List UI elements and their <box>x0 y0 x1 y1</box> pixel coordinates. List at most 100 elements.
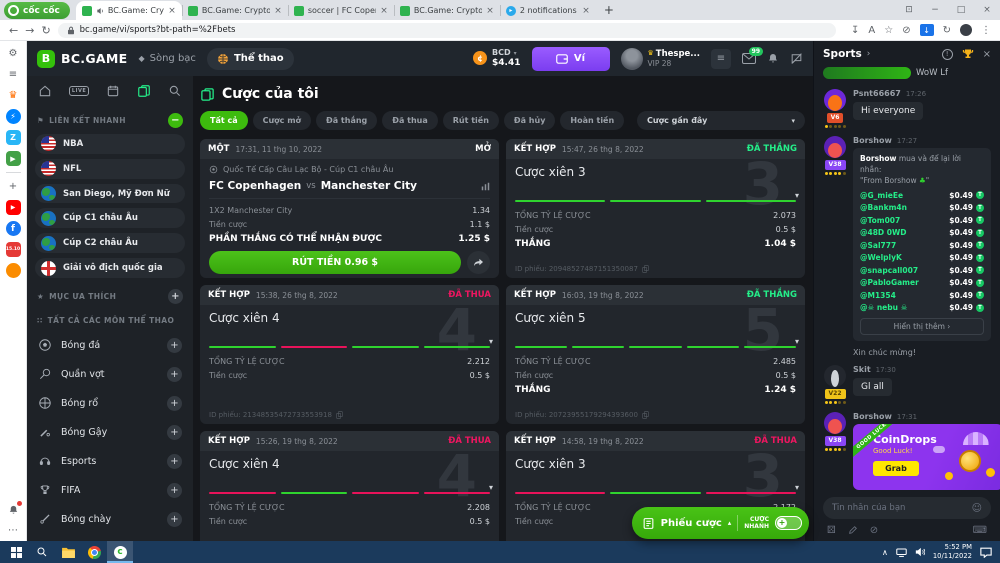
sidebar-item-fifa[interactable]: FIFA + <box>35 476 185 505</box>
expand-button[interactable]: + <box>167 338 182 353</box>
mail-icon[interactable]: 99 <box>742 53 756 64</box>
copy-icon[interactable] <box>642 411 649 419</box>
avatar[interactable] <box>824 89 846 111</box>
gif-icon[interactable]: ⊘ <box>870 525 878 536</box>
browser-profile-avatar[interactable] <box>960 24 972 36</box>
trophy-icon[interactable] <box>962 48 974 60</box>
crown-icon[interactable]: ♛ <box>6 88 21 103</box>
bet-list-icon[interactable]: ≡ <box>711 49 731 69</box>
sidebar-item-cricket[interactable]: Bóng Gậy + <box>35 418 185 447</box>
bet-card-combo[interactable]: KẾT HỢP 15:47, 26 thg 8, 2022 ĐÃ THẮNG 3… <box>506 139 805 278</box>
chat-rules-icon[interactable]: ! <box>942 49 953 60</box>
avatar[interactable] <box>824 365 846 387</box>
gear-icon[interactable]: ⚙ <box>6 46 21 61</box>
sidebar-item-esports[interactable]: Esports + <box>35 447 185 476</box>
speaker-icon[interactable] <box>915 547 925 557</box>
pencil-icon[interactable] <box>848 525 858 535</box>
expand-button[interactable]: + <box>167 454 182 469</box>
close-chat-icon[interactable]: × <box>983 49 991 60</box>
sidebar-item-national[interactable]: Giải vô địch quốc gia <box>35 258 185 278</box>
sort-dropdown[interactable]: Cược gần đây ▾ <box>637 111 805 130</box>
sidebar-item-nfl[interactable]: NFL <box>35 159 185 179</box>
url-input[interactable]: bc.game/vi/sports?bt-path=%2Fbets <box>58 23 836 38</box>
chat-toggle-icon[interactable] <box>790 52 803 65</box>
expand-button[interactable]: + <box>167 512 182 527</box>
expand-button[interactable]: + <box>167 367 182 382</box>
coindrops-card[interactable]: GOOD LUCK CoinDrops Good Luck! Grab <box>853 424 1000 490</box>
tab-close-icon[interactable]: × <box>274 6 282 16</box>
stats-icon[interactable] <box>481 182 490 191</box>
tab-close-icon[interactable]: × <box>582 6 590 16</box>
bet-card-single[interactable]: MỘT 17:31, 11 thg 10, 2022 MỞ Quốc Tế Cấ… <box>200 139 499 278</box>
chat-input[interactable] <box>832 503 966 513</box>
messenger-icon[interactable]: ⚡ <box>6 109 21 124</box>
my-bets-icon[interactable] <box>137 84 151 98</box>
games-icon[interactable]: ▶ <box>6 151 21 166</box>
copy-icon[interactable] <box>336 411 343 419</box>
bet-card-combo[interactable]: KẾT HỢP 15:26, 19 thg 8, 2022 ĐÃ THUA 4 … <box>200 431 499 541</box>
nav-casino[interactable]: ◆ Sòng bạc <box>138 53 195 64</box>
wallet-button[interactable]: Ví <box>532 47 610 71</box>
tab-search-icon[interactable]: ⊡ <box>896 5 922 15</box>
bet-card-combo[interactable]: KẾT HỢP 16:03, 19 thg 8, 2022 ĐÃ THẮNG 5… <box>506 285 805 424</box>
network-icon[interactable] <box>896 548 907 557</box>
filter-lost[interactable]: Đã thua <box>382 111 438 130</box>
coccoc-menu-button[interactable]: cốc cốc <box>4 2 70 19</box>
bookmark-star-icon[interactable]: ☆ <box>884 25 893 36</box>
tab-audio-icon[interactable] <box>96 7 104 15</box>
tab-close-icon[interactable]: × <box>380 6 388 16</box>
bell-icon[interactable] <box>6 502 21 517</box>
sidebar-item-baseball[interactable]: Bóng chày + <box>35 505 185 534</box>
browser-tab-4[interactable]: BC.Game: Crypto Casino Gam × <box>394 1 500 20</box>
facebook-icon[interactable]: f <box>6 221 21 236</box>
avatar[interactable] <box>824 136 846 158</box>
back-icon[interactable]: ← <box>9 24 18 37</box>
bet-card-combo[interactable]: KẾT HỢP 15:38, 26 thg 8, 2022 ĐÃ THUA 4 … <box>200 285 499 424</box>
collapse-button[interactable]: − <box>168 113 183 128</box>
chat-username[interactable]: Psnt66667 <box>853 89 901 98</box>
dice-icon[interactable]: ⚄ <box>827 525 836 536</box>
sidebar-item-football[interactable]: Bóng đá + <box>35 331 185 360</box>
live-icon[interactable]: LIVE <box>69 86 89 96</box>
expand-caret[interactable]: ▾ <box>795 483 799 492</box>
add-favorite-button[interactable]: + <box>168 289 183 304</box>
filter-refund[interactable]: Hoàn tiền <box>560 111 624 130</box>
chat-room-selector[interactable]: Sports <box>823 48 862 60</box>
browser-tab-3[interactable]: soccer | FC Copenhagen vs M × <box>288 1 394 20</box>
chat-username[interactable]: Skit <box>853 365 871 374</box>
new-tab-button[interactable]: + <box>604 3 614 17</box>
search-icon[interactable] <box>168 84 182 98</box>
currency-selector[interactable]: ¢ BCD▾ $4.41 <box>473 48 520 68</box>
nav-sports[interactable]: Thể thao <box>207 48 294 70</box>
sidebar-item-tennis[interactable]: Quần vợt + <box>35 360 185 389</box>
tab-close-icon[interactable]: × <box>486 6 494 16</box>
sidebar-item-basketball[interactable]: Bóng rổ + <box>35 389 185 418</box>
zalo-icon[interactable]: Z <box>6 130 21 145</box>
install-icon[interactable]: ↧ <box>851 25 859 36</box>
sidebar-item-cupc1[interactable]: Cúp C1 châu Âu <box>35 208 185 228</box>
more-icon[interactable]: ⋯ <box>6 523 21 538</box>
add-shortcut-icon[interactable]: + <box>6 179 21 194</box>
close-button[interactable]: × <box>974 5 1000 15</box>
reload-icon[interactable]: ↻ <box>41 24 50 37</box>
bell-icon[interactable] <box>767 52 779 65</box>
quick-bet-toggle[interactable]: + <box>775 516 802 530</box>
sidebar-item-sandiego[interactable]: San Diego, Mỹ Đơn Nữ <box>35 184 185 204</box>
avatar[interactable] <box>824 412 846 434</box>
tab-close-icon[interactable]: × <box>168 6 176 16</box>
keyboard-icon[interactable]: ⌨ <box>973 525 987 536</box>
show-more-button[interactable]: Hiển thị thêm › <box>860 318 984 335</box>
expand-button[interactable]: + <box>167 425 182 440</box>
forward-icon[interactable]: → <box>25 24 34 37</box>
feed-icon[interactable]: ≡ <box>6 67 21 82</box>
adblock-icon[interactable]: ⊘ <box>902 25 910 36</box>
chat-username[interactable]: Borshow <box>853 412 892 421</box>
filter-all[interactable]: Tất cả <box>200 111 248 130</box>
minimize-button[interactable]: − <box>922 5 948 15</box>
taskbar-clock[interactable]: 5:52 PM 10/11/2022 <box>933 543 972 561</box>
browser-tab-2[interactable]: BC.Game: Crypto Casino Gam × <box>182 1 288 20</box>
user-profile[interactable]: ♛Thespe... VIP 28 <box>621 48 701 70</box>
filter-won[interactable]: Đã thắng <box>316 111 377 130</box>
filter-cashout[interactable]: Rút tiền <box>443 111 499 130</box>
cashout-button[interactable]: RÚT TIỀN 0.96 $ <box>209 251 461 274</box>
